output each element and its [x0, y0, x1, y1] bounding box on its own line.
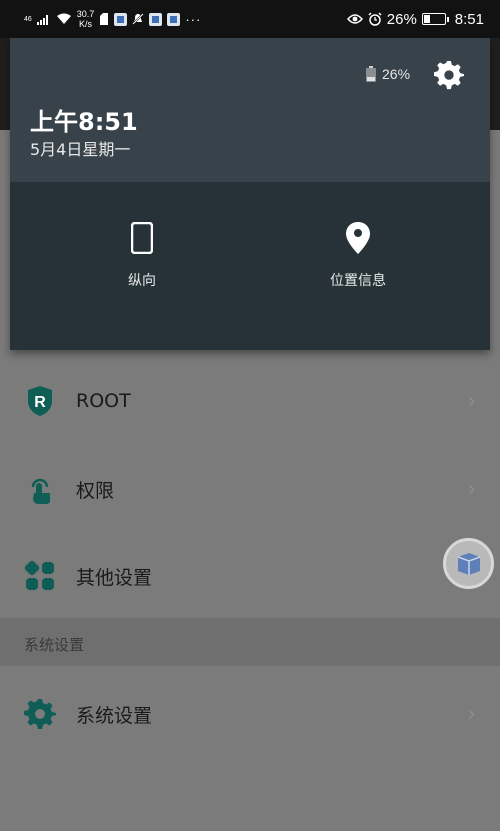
network-type-top: 46 — [24, 15, 32, 23]
phone-portrait-icon — [131, 222, 153, 254]
touch-hand-icon — [31, 478, 50, 504]
list-item-system-settings[interactable]: 系统设置 › — [0, 670, 500, 758]
quick-settings-panel: 26% 上午8:51 5月4日星期一 纵向 位置信息 — [10, 38, 490, 350]
network-type: 46 — [24, 16, 32, 23]
wifi-icon — [56, 13, 71, 24]
grid-icon — [24, 560, 54, 590]
list-item-other-settings[interactable]: 其他设置 — [0, 532, 500, 620]
notification-app-icon — [114, 12, 128, 26]
status-bar-left: 46 30.7 K/s ··· — [24, 9, 201, 29]
status-bar-right: 26% 8:51 — [346, 10, 484, 28]
cube-app-icon — [457, 552, 480, 575]
network-speed: 30.7 K/s — [77, 9, 95, 29]
settings-gear-icon[interactable] — [434, 60, 464, 90]
list-item-label: 系统设置 — [76, 704, 153, 727]
sim-card-icon — [100, 13, 109, 25]
network-speed-value: 30.7 — [76, 9, 95, 19]
battery-charging-icon — [421, 13, 449, 25]
mute-bell-icon — [132, 13, 145, 25]
list-item-label: 其他设置 — [76, 566, 153, 589]
network-speed-unit: K/s — [79, 19, 93, 29]
signal-icon — [36, 15, 48, 25]
list-item-root[interactable]: R ROOT › — [0, 357, 500, 445]
notification-app-icon — [149, 12, 163, 26]
section-title: 系统设置 — [24, 636, 85, 654]
battery-icon — [366, 66, 376, 82]
eye-icon — [346, 14, 363, 24]
status-time: 8:51 — [454, 10, 484, 28]
svg-text:R: R — [34, 394, 46, 411]
status-battery-percent: 26% — [386, 10, 417, 28]
list-item-label: 权限 — [76, 479, 115, 502]
more-notifications: ··· — [185, 11, 202, 27]
chevron-right-icon: › — [467, 388, 476, 414]
shield-r-icon: R — [28, 386, 52, 416]
qs-battery-percent: 26% — [382, 66, 411, 82]
alarm-icon — [368, 12, 382, 26]
notification-app-icon — [167, 12, 181, 26]
quick-settings-header: 26% 上午8:51 5月4日星期一 — [10, 38, 490, 182]
tile-orientation[interactable]: 纵向 — [72, 222, 212, 290]
chevron-right-icon: › — [467, 701, 476, 727]
location-pin-icon — [346, 222, 370, 254]
floating-action-button[interactable] — [443, 538, 494, 589]
qs-clock[interactable]: 上午8:51 — [30, 102, 138, 137]
tile-label: 位置信息 — [330, 273, 386, 289]
qs-battery: 26% — [366, 66, 410, 82]
qs-date[interactable]: 5月4日星期一 — [30, 136, 130, 160]
tile-location[interactable]: 位置信息 — [288, 222, 428, 290]
status-bar: 46 30.7 K/s ··· 26% 8:51 — [0, 0, 500, 38]
chevron-right-icon: › — [467, 476, 476, 502]
list-item-permissions[interactable]: 权限 › — [0, 445, 500, 533]
tile-label: 纵向 — [128, 273, 156, 289]
gear-icon — [24, 699, 56, 729]
list-item-label: ROOT — [76, 390, 131, 412]
